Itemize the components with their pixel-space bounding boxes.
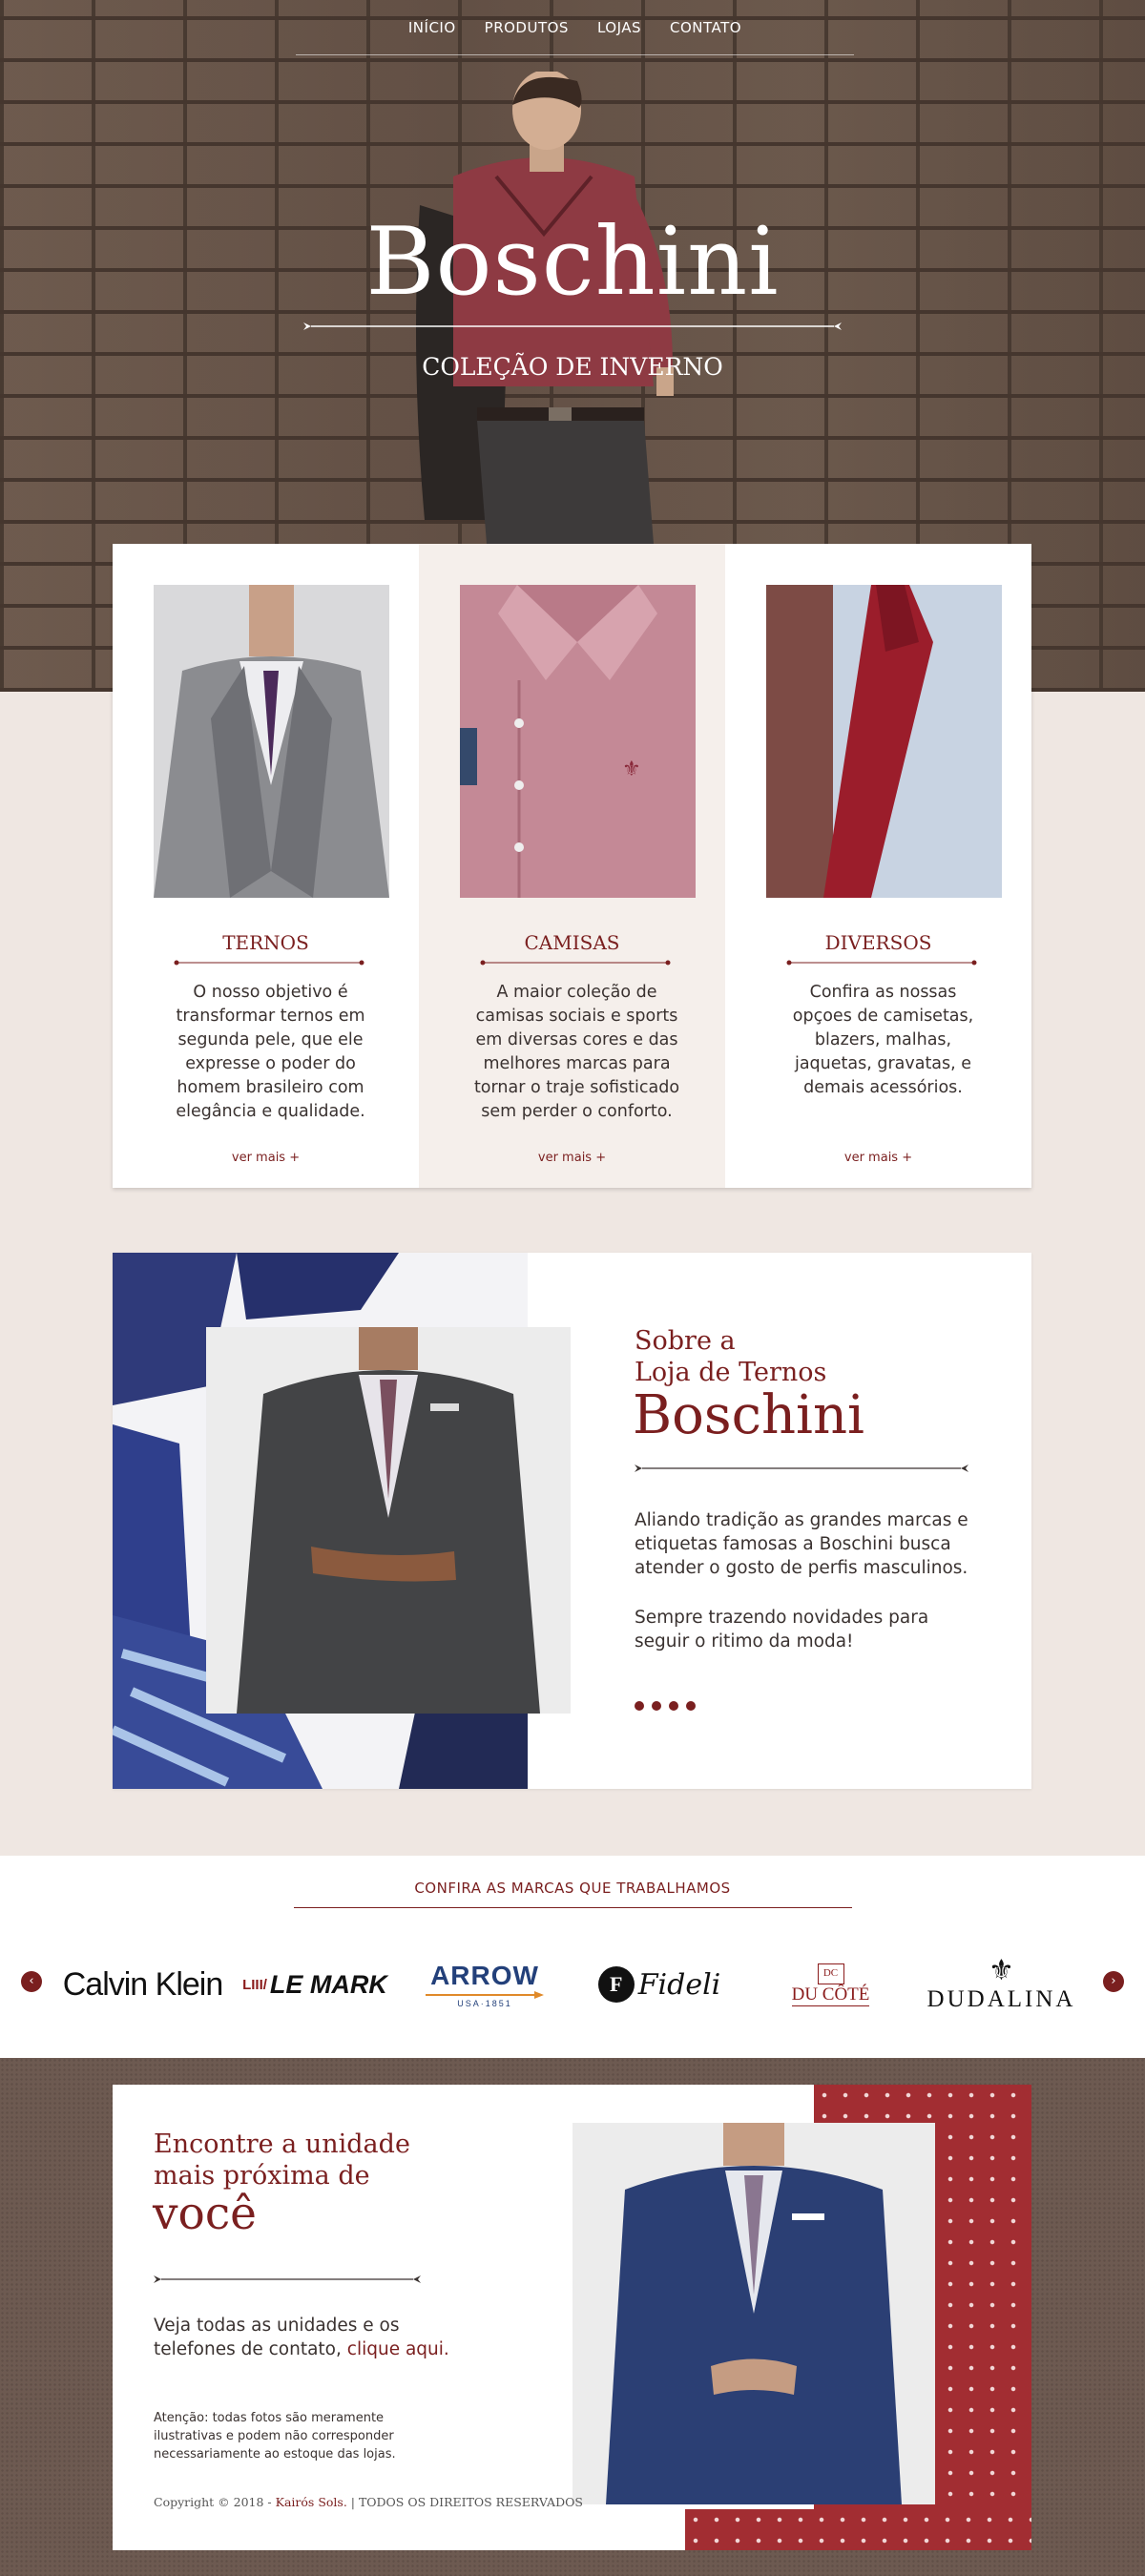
store-text: Veja todas as unidades e os telefones de… <box>154 2314 468 2361</box>
category-divider <box>480 960 671 966</box>
category-text: O nosso objetivo é transformar ternos em… <box>176 983 365 1121</box>
camisas-more-link[interactable]: ver mais + <box>419 1151 725 1165</box>
store-disclaimer: Atenção: todas fotos são meramente ilust… <box>154 2411 396 2462</box>
hero-divider <box>303 322 842 330</box>
footer-rights: | TODOS OS DIREITOS RESERVADOS <box>346 2495 583 2509</box>
brands-section: CONFIRA AS MARCAS QUE TRABALHAMOS ‹ Calv… <box>0 1856 1145 2058</box>
about-carousel-dots <box>635 1701 696 1711</box>
svg-text:⚜: ⚜ <box>622 758 641 781</box>
category-camisas: ⚜ CAMISAS A maior coleção de camisas soc… <box>419 544 725 1188</box>
category-diversos: DIVERSOS Confira as nossas opçoes de cam… <box>725 544 1031 1188</box>
category-text: Confira as nossas opçoes de camisetas, b… <box>792 983 974 1097</box>
categories-card: TERNOS O nosso objetivo é transformar te… <box>113 544 1031 1188</box>
category-text: A maior coleção de camisas sociais e spo… <box>473 983 680 1121</box>
store-click-here-link[interactable]: clique aqui. <box>347 2339 449 2359</box>
hero-title: Boschini <box>365 208 780 317</box>
brand-logo-le-mark[interactable]: LIII/ LE MARK <box>239 1946 391 2023</box>
category-ternos: TERNOS O nosso objetivo é transformar te… <box>113 544 419 1188</box>
chevron-right-icon[interactable]: › <box>1103 1971 1124 1992</box>
about-section: Sobre a Loja de Ternos Boschini Aliando … <box>113 1253 1031 1789</box>
brands-title-underline <box>294 1907 852 1908</box>
nav-item-produtos[interactable]: PRODUTOS <box>470 0 583 54</box>
category-title: TERNOS <box>222 931 309 954</box>
store-divider <box>154 2275 421 2283</box>
hero-subtitle: COLEÇÃO DE INVERNO <box>422 353 723 381</box>
brand-logo-du-cote[interactable]: DC DU CÔTÉ <box>771 1946 890 2023</box>
carousel-dot[interactable] <box>635 1701 644 1711</box>
store-card: Encontre a unidade mais próxima de você … <box>113 2085 1031 2550</box>
about-brand-heading: Boschini <box>633 1384 864 1446</box>
store-fabric-image <box>685 2509 1031 2550</box>
category-divider <box>786 960 977 966</box>
ternos-more-link[interactable]: ver mais + <box>113 1151 419 1165</box>
top-nav: INÍCIO PRODUTOS LOJAS CONTATO <box>296 0 854 55</box>
diversos-image <box>766 585 1002 898</box>
chevron-left-icon[interactable]: ‹ <box>21 1971 42 1992</box>
camisas-image: ⚜ <box>460 585 696 898</box>
about-heading-line2: Loja de Ternos <box>635 1358 827 1387</box>
brands-title: CONFIRA AS MARCAS QUE TRABALHAMOS <box>414 1880 731 1897</box>
brand-logo-calvin-klein[interactable]: Calvin Klein <box>59 1946 226 2023</box>
about-divider <box>635 1465 968 1472</box>
category-title: DIVERSOS <box>824 931 932 954</box>
ternos-image <box>154 585 389 898</box>
store-heading-line1: Encontre a unidade <box>154 2129 410 2159</box>
about-paragraph-2: Sempre trazendo novidades para seguir o … <box>635 1608 929 1652</box>
category-title: CAMISAS <box>524 931 620 954</box>
store-heading-line3: você <box>153 2188 257 2240</box>
nav-item-lojas[interactable]: LOJAS <box>583 0 656 54</box>
store-suit-image <box>572 2123 935 2504</box>
about-paragraph-1: Aliando tradição as grandes marcas e eti… <box>635 1510 968 1578</box>
footer: Copyright © 2018 - Kairós Sols. | TODOS … <box>154 2495 583 2509</box>
footer-company-link[interactable]: Kairós Sols. <box>276 2495 347 2509</box>
category-divider <box>174 960 364 966</box>
store-heading-line2: mais próxima de <box>154 2161 370 2191</box>
carousel-dot[interactable] <box>686 1701 696 1711</box>
diversos-more-link[interactable]: ver mais + <box>725 1151 1031 1165</box>
brand-logo-fideli[interactable]: F Fideli <box>578 1946 740 2023</box>
nav-item-inicio[interactable]: INÍCIO <box>394 0 470 54</box>
brand-logo-dudalina[interactable]: ⚜ DUDALINA <box>918 1946 1085 2023</box>
carousel-dot[interactable] <box>652 1701 661 1711</box>
nav-item-contato[interactable]: CONTATO <box>656 0 756 54</box>
about-heading-line1: Sobre a <box>635 1326 736 1356</box>
carousel-dot[interactable] <box>669 1701 678 1711</box>
footer-copyright: Copyright © 2018 - <box>154 2495 276 2509</box>
about-suit-image <box>206 1327 571 1714</box>
brand-logo-arrow[interactable]: ARROW USA·1851 <box>418 1946 552 2023</box>
